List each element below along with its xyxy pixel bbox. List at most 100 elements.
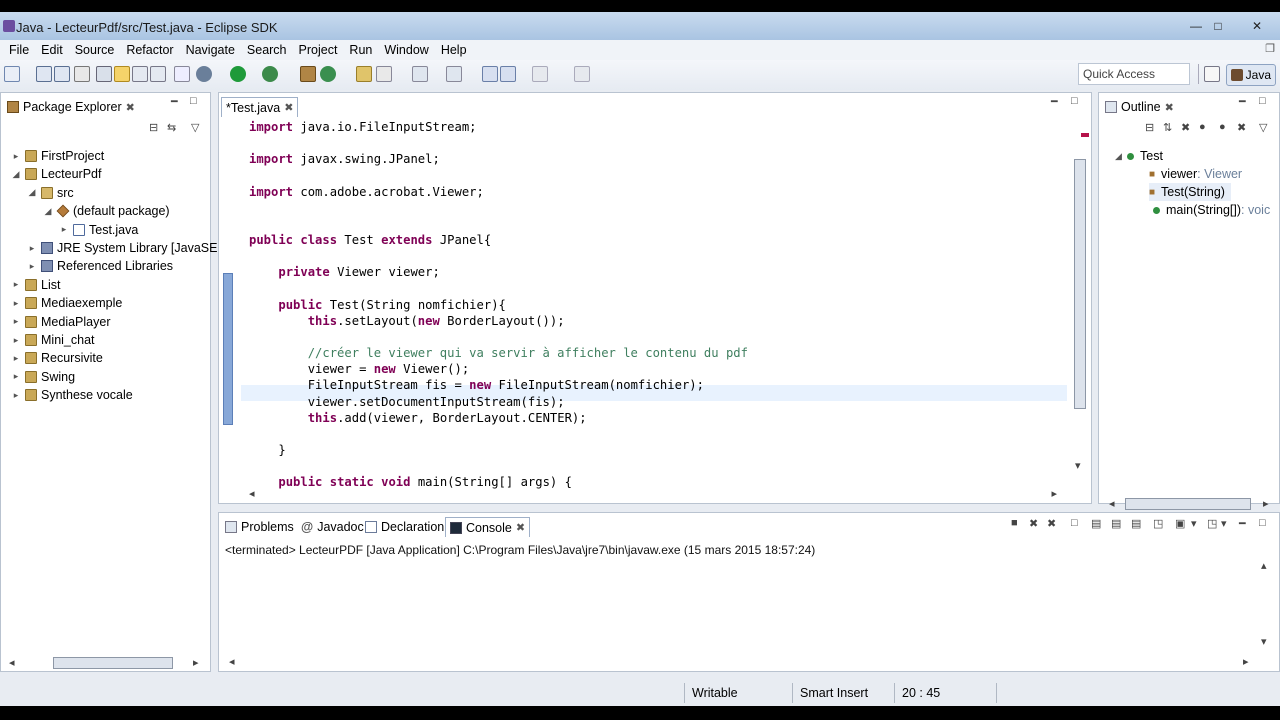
quick-access-input[interactable]: Quick Access: [1078, 63, 1190, 85]
scroll-right-icon[interactable]: ▸: [1263, 497, 1269, 510]
tree-item[interactable]: ▸ MediaPlayer: [1, 313, 111, 331]
package-explorer-hscroll[interactable]: ◂ ▸: [9, 656, 199, 670]
sort-icon[interactable]: ⇅: [1163, 121, 1172, 134]
new-package-icon[interactable]: [300, 66, 316, 82]
run-external-tools-icon[interactable]: [262, 66, 278, 82]
editor-vscroll[interactable]: ▾: [1073, 119, 1087, 473]
debug-icon[interactable]: [196, 66, 212, 82]
tree-item[interactable]: ▸ Synthese vocale: [1, 386, 133, 404]
outline-item-constructor[interactable]: ■ Test(String): [1149, 183, 1231, 201]
outline-item-class[interactable]: ◢ Test: [1115, 147, 1163, 165]
tree-item[interactable]: ▸ Recursivite: [1, 349, 103, 367]
menu-project[interactable]: Project: [293, 43, 344, 57]
hide-non-public-icon[interactable]: ●: [1219, 121, 1226, 133]
scroll-left-icon[interactable]: ◂: [249, 487, 255, 500]
menu-edit[interactable]: Edit: [35, 43, 69, 57]
minimize-view-icon[interactable]: ━: [1239, 95, 1246, 108]
maximize-view-icon[interactable]: □: [1259, 95, 1266, 107]
expanded-arrow-icon[interactable]: ◢: [27, 187, 37, 198]
tab-package-explorer[interactable]: Package Explorer ✖: [3, 97, 139, 117]
show-on-output-icon[interactable]: ▤: [1131, 517, 1141, 530]
open-perspective-icon[interactable]: [1204, 66, 1220, 82]
chevron-down-icon[interactable]: ▾: [1191, 517, 1197, 530]
tree-item[interactable]: ▸ FirstProject: [1, 147, 104, 165]
hide-static-icon[interactable]: ●: [1199, 121, 1206, 133]
open-console-icon[interactable]: ◳: [1207, 517, 1217, 530]
collapse-all-icon[interactable]: ⊟: [1145, 121, 1154, 134]
close-icon[interactable]: ✖: [284, 101, 293, 114]
close-icon[interactable]: ✖: [516, 521, 525, 534]
scroll-right-icon[interactable]: ▸: [193, 656, 199, 669]
outline-hscroll[interactable]: ◂ ▸: [1109, 497, 1271, 511]
maximize-editor-icon[interactable]: □: [1071, 95, 1078, 107]
search-icon[interactable]: [376, 66, 392, 82]
collapsed-arrow-icon[interactable]: ▸: [11, 390, 21, 401]
tree-item[interactable]: ▸ Test.java: [1, 221, 139, 239]
restore-icon[interactable]: ❐: [1260, 42, 1280, 58]
minimize-view-icon[interactable]: ━: [1239, 517, 1246, 530]
save-all-icon[interactable]: [54, 66, 70, 82]
menu-window[interactable]: Window: [378, 43, 434, 57]
minimize-view-icon[interactable]: ━: [171, 95, 178, 108]
minimize-button[interactable]: —: [1186, 18, 1206, 34]
tab-console[interactable]: Console ✖: [445, 517, 531, 537]
menu-file[interactable]: File: [3, 43, 35, 57]
next-annotation-icon[interactable]: [412, 66, 428, 82]
forward-icon[interactable]: [532, 66, 548, 82]
print-icon[interactable]: [74, 66, 90, 82]
minimize-editor-icon[interactable]: ━: [1051, 95, 1058, 108]
block-selection-icon[interactable]: [150, 66, 166, 82]
tree-item[interactable]: ▸ JRE System Library [JavaSE-1: [1, 239, 229, 257]
expanded-arrow-icon[interactable]: ◢: [43, 206, 53, 217]
new-java-project-icon[interactable]: [96, 66, 112, 82]
tab-problems[interactable]: Problems: [221, 517, 298, 537]
scroll-left-icon[interactable]: ◂: [229, 655, 235, 668]
toggle-mark-occurrences-icon[interactable]: [114, 66, 130, 82]
collapsed-arrow-icon[interactable]: ▸: [27, 261, 37, 272]
tab-declaration[interactable]: Declaration: [361, 517, 448, 537]
pin-console-icon[interactable]: ◳: [1153, 517, 1163, 530]
tree-item[interactable]: ▸ Mediaexemple: [1, 294, 123, 312]
scroll-thumb[interactable]: [53, 657, 173, 669]
open-type-icon[interactable]: [356, 66, 372, 82]
new-icon[interactable]: [4, 66, 20, 82]
tree-item[interactable]: ▸ List: [1, 276, 61, 294]
clear-console-icon[interactable]: □: [1071, 517, 1078, 529]
maximize-view-icon[interactable]: □: [190, 95, 197, 107]
hide-local-types-icon[interactable]: ✖: [1237, 121, 1246, 134]
tab-test-java[interactable]: *Test.java ✖: [221, 97, 299, 117]
scroll-down-icon[interactable]: ▾: [1075, 459, 1081, 472]
pin-editor-icon[interactable]: [574, 66, 590, 82]
collapsed-arrow-icon[interactable]: ▸: [11, 353, 21, 364]
scroll-left-icon[interactable]: ◂: [1109, 497, 1115, 510]
display-console-icon[interactable]: ▣: [1175, 517, 1185, 530]
collapsed-arrow-icon[interactable]: ▸: [11, 298, 21, 309]
remove-launch-icon[interactable]: ✖: [1029, 517, 1038, 530]
maximize-button[interactable]: □: [1208, 18, 1228, 34]
menu-refactor[interactable]: Refactor: [120, 43, 179, 57]
last-edit-location-icon[interactable]: [482, 66, 498, 82]
terminate-icon[interactable]: ■: [1011, 517, 1018, 529]
save-icon[interactable]: [36, 66, 52, 82]
maximize-view-icon[interactable]: □: [1259, 517, 1266, 529]
collapsed-arrow-icon[interactable]: ▸: [11, 371, 21, 382]
tree-item[interactable]: ▸ Referenced Libraries: [1, 257, 173, 275]
close-icon[interactable]: ✖: [126, 101, 135, 114]
view-menu-icon[interactable]: ▽: [1259, 121, 1267, 134]
tree-item[interactable]: ◢ src: [1, 184, 74, 202]
scroll-right-icon[interactable]: ▸: [1051, 487, 1057, 500]
hide-fields-icon[interactable]: ✖: [1181, 121, 1190, 134]
tree-item[interactable]: ▸ Mini_chat: [1, 331, 95, 349]
editor-hscroll[interactable]: ◂ ▸: [249, 487, 1057, 501]
skip-breakpoints-icon[interactable]: [174, 66, 190, 82]
menu-run[interactable]: Run: [343, 43, 378, 57]
collapsed-arrow-icon[interactable]: ▸: [11, 335, 21, 346]
tree-item[interactable]: ◢ LecteurPdf: [1, 165, 102, 183]
collapsed-arrow-icon[interactable]: ▸: [11, 279, 21, 290]
collapsed-arrow-icon[interactable]: ▸: [59, 224, 69, 235]
scroll-down-icon[interactable]: ▾: [1261, 635, 1267, 648]
remove-all-terminated-icon[interactable]: ✖: [1047, 517, 1056, 530]
close-button[interactable]: ✕: [1240, 18, 1274, 34]
collapsed-arrow-icon[interactable]: ▸: [11, 316, 21, 327]
scroll-thumb[interactable]: [1074, 159, 1086, 409]
